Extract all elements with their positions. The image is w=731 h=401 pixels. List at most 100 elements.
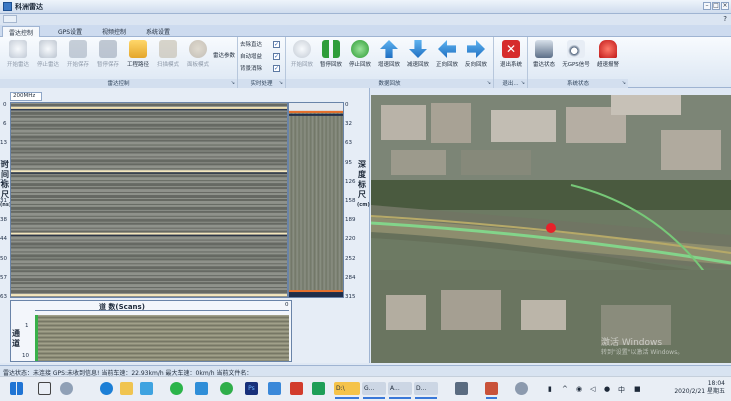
speed-up-button[interactable]: 增速回放 xyxy=(373,40,405,78)
time-tick: 38 xyxy=(0,217,7,224)
start-save-button[interactable]: 开始保存 xyxy=(62,40,94,78)
time-tick: 57 xyxy=(0,274,7,281)
app-icon-red[interactable] xyxy=(290,382,303,395)
checkbox[interactable]: ✓ xyxy=(273,65,280,72)
option-background-removal[interactable]: 背景消除 ✓ xyxy=(240,64,280,74)
folder-icon xyxy=(129,40,147,58)
maximize-button[interactable]: □ xyxy=(712,2,720,10)
save-icon xyxy=(69,40,87,58)
stop-radar-button[interactable]: 停止雷达 xyxy=(32,40,64,78)
photoshop-icon[interactable]: Ps xyxy=(245,382,258,395)
tab-system-settings[interactable]: 系统设置 xyxy=(140,26,176,37)
app-icon-blue[interactable] xyxy=(195,382,208,395)
checkbox[interactable]: ✓ xyxy=(273,41,280,48)
channel-label: 通道 xyxy=(12,329,20,348)
quick-access-bar: ? xyxy=(0,14,731,25)
stop-playback-button[interactable]: 停止回放 xyxy=(344,40,376,78)
tab-gps-settings[interactable]: GPS设置 xyxy=(52,26,88,37)
forward-playback-button[interactable]: 正向回放 xyxy=(431,40,463,78)
group-exit: ✕ 退出系统 退出... ↘ xyxy=(494,37,528,88)
start-radar-button[interactable]: 开始雷达 xyxy=(2,40,34,78)
option-auto-gain[interactable]: 自动增益 ✓ xyxy=(240,52,280,62)
tray-app-icon[interactable]: ● xyxy=(604,385,610,393)
scan-mode-icon xyxy=(159,40,177,58)
launcher-icon[interactable]: ↘ xyxy=(279,80,283,86)
taskbar-explorer-window[interactable]: D:\ xyxy=(334,382,360,399)
status-bar: 雷达状态：未连接 GPS:未收到信息! 当前车速：22.93km/h 最大车速：… xyxy=(0,365,731,377)
group-realtime: 去除直达 ✓ 自动增益 ✓ 背景消除 ✓ 实时处理 ↘ xyxy=(238,37,286,88)
time-tick: 44 xyxy=(0,236,7,243)
pause-green-icon xyxy=(322,40,340,58)
battery-icon[interactable]: ▮ xyxy=(548,385,552,393)
radar-status-button[interactable]: 雷达状态 xyxy=(528,40,560,78)
satellite-map[interactable] xyxy=(371,95,731,363)
launcher-icon[interactable]: ↘ xyxy=(231,80,235,86)
launcher-icon[interactable]: ↘ xyxy=(622,80,626,86)
depth-tick: 158 xyxy=(345,198,356,204)
app-icon-doc[interactable] xyxy=(268,382,281,395)
gps-signal-button[interactable]: 无GPS信号 xyxy=(560,40,592,78)
tray-app2-icon[interactable]: ■ xyxy=(634,385,641,393)
frequency-tab[interactable]: 200MHz xyxy=(10,92,42,101)
scan-axis-line xyxy=(35,310,289,311)
channel-tick: 1 xyxy=(25,323,29,329)
quick-access-menu-icon[interactable] xyxy=(3,15,17,23)
depth-tick: 126 xyxy=(345,178,356,185)
app-icon-green[interactable] xyxy=(170,382,183,395)
project-path-button[interactable]: 工程路径 xyxy=(122,40,154,78)
radar-app-taskbar-icon[interactable] xyxy=(485,382,498,399)
file-explorer-icon[interactable] xyxy=(120,382,133,395)
tab-radar-control[interactable]: 雷达控制 xyxy=(2,26,41,37)
taskbar-window-a[interactable]: A... xyxy=(388,382,412,399)
network-icon[interactable]: ◉ xyxy=(576,385,582,393)
depth-tick: 189 xyxy=(345,217,356,224)
depth-trace-view[interactable] xyxy=(288,102,344,298)
taskbar: Ps D:\ G... A... D... ▮ ^ ◉ ◁ ● 中 ■ 18:0… xyxy=(0,376,731,401)
start-windows-icon[interactable] xyxy=(10,382,23,395)
scan-mode-button[interactable]: 扫描模式 xyxy=(152,40,184,78)
group-radar-control: 开始雷达 停止雷达 开始保存 暂停保存 工程路径 扫描模式 面板模式 雷达参数 xyxy=(0,37,238,88)
edge-browser-icon[interactable] xyxy=(100,382,113,395)
help-icon[interactable]: ? xyxy=(723,15,727,23)
app-icon-globe[interactable] xyxy=(515,382,528,395)
taskbar-window-g[interactable]: G... xyxy=(362,382,386,399)
checkbox[interactable]: ✓ xyxy=(273,53,280,60)
slow-down-button[interactable]: 减速回放 xyxy=(402,40,434,78)
clock[interactable]: 18:04 2020/2/21 星期五 xyxy=(674,380,725,396)
exit-x-icon: ✕ xyxy=(502,40,520,58)
pause-playback-button[interactable]: 暂停回放 xyxy=(315,40,347,78)
taskbar-window-d[interactable]: D... xyxy=(414,382,438,399)
app-icon-excel[interactable] xyxy=(312,382,325,395)
vehicle-position-marker[interactable] xyxy=(546,223,556,233)
clock-time: 18:04 xyxy=(707,380,725,387)
radar-bscan-image[interactable] xyxy=(10,102,288,298)
store-icon[interactable] xyxy=(140,382,153,395)
group-title: 数据回放 ↘ xyxy=(286,79,493,88)
app-icon-gray[interactable] xyxy=(455,382,468,395)
watermark-subtitle: 转到"设置"以激活 Windows。 xyxy=(601,349,684,356)
ime-icon[interactable]: 中 xyxy=(618,385,625,395)
close-button[interactable]: × xyxy=(721,2,729,10)
launcher-icon[interactable]: ↘ xyxy=(521,80,525,86)
settings-icon[interactable] xyxy=(60,382,73,395)
reverse-playback-button[interactable]: 反向回放 xyxy=(460,40,492,78)
play-icon xyxy=(293,40,311,58)
task-view-icon[interactable] xyxy=(38,382,51,395)
tray-up-icon[interactable]: ^ xyxy=(562,385,568,393)
map-view[interactable]: 激活 Windows 转到"设置"以激活 Windows。 xyxy=(371,95,731,363)
exit-system-button[interactable]: ✕ 退出系统 xyxy=(495,40,527,78)
option-remove-direct[interactable]: 去除直达 ✓ xyxy=(240,40,280,50)
minimize-button[interactable]: – xyxy=(703,2,711,10)
start-playback-button[interactable]: 开始回放 xyxy=(286,40,318,78)
volume-icon[interactable]: ◁ xyxy=(590,385,595,393)
tab-video-control[interactable]: 视频控制 xyxy=(96,26,132,37)
stop-green-icon xyxy=(351,40,369,58)
arrow-right-icon xyxy=(467,40,485,58)
wechat-icon[interactable] xyxy=(220,382,233,395)
channel-bscan-image[interactable] xyxy=(35,315,289,361)
pause-save-button[interactable]: 暂停保存 xyxy=(92,40,124,78)
power-icon xyxy=(9,40,27,58)
radar-params-button[interactable]: 雷达参数 xyxy=(208,51,240,71)
launcher-icon[interactable]: ↘ xyxy=(487,80,491,86)
overspeed-alarm-button[interactable]: 超速报警 xyxy=(592,40,624,78)
